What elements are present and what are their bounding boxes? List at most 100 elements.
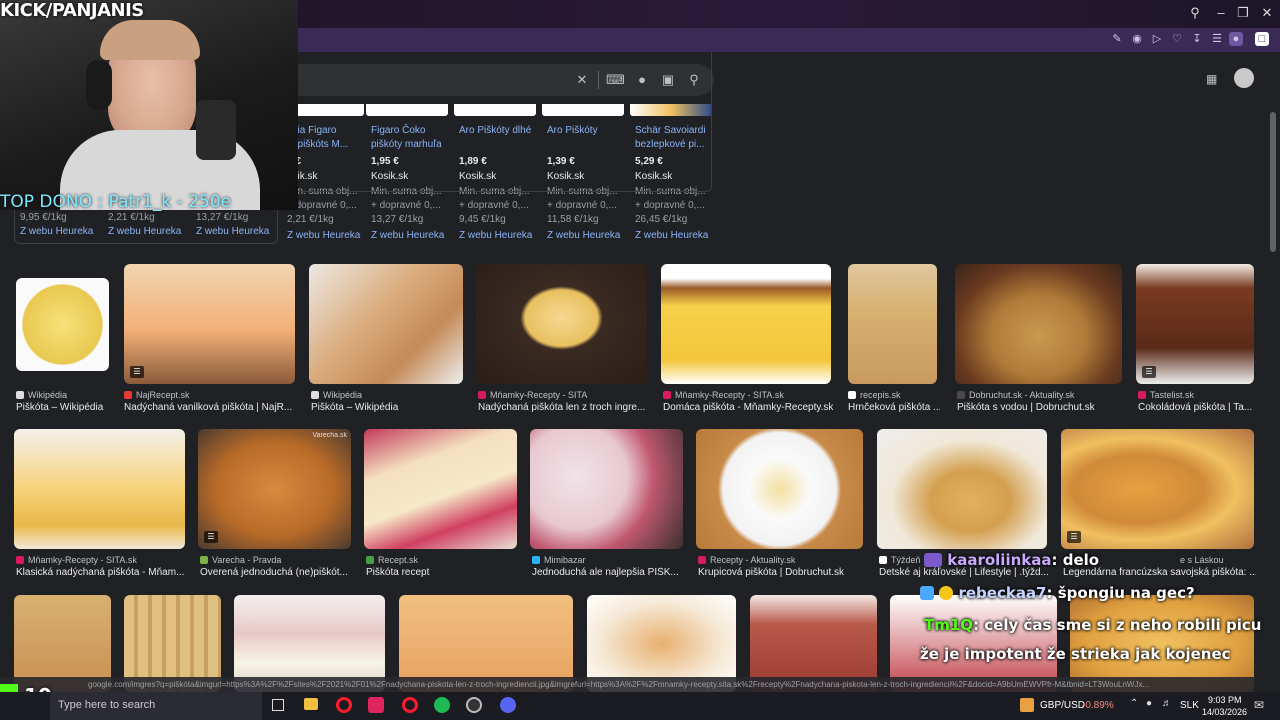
image-result[interactable] (309, 264, 463, 384)
ticker-change: -0.89% (1082, 700, 1114, 711)
image-result[interactable] (14, 429, 185, 549)
shipping: + dopravné 0,... (287, 200, 357, 211)
opera-gx-icon[interactable] (336, 697, 352, 713)
image-source: e s Láskou (1180, 555, 1224, 565)
microphone-icon (196, 100, 236, 160)
clock-date[interactable]: 14/03/2026 (1202, 707, 1247, 717)
image-caption[interactable]: Krupicová piškóta | Dobruchut.sk (698, 567, 864, 578)
apps-grid-icon[interactable]: ▦ (1206, 72, 1220, 86)
link-preview: google.com/imgres?q=piškóta&imgurl=https… (0, 677, 1255, 692)
clock-time[interactable]: 9:03 PM (1208, 695, 1242, 705)
image-caption[interactable]: Čokoládová piškóta | Ta... (1138, 402, 1256, 413)
ticker-name: GBP/USD (1040, 700, 1086, 711)
image-caption[interactable]: Piškóta – Wikipédia (311, 402, 463, 413)
chevron-up-icon[interactable]: ⌃ (1130, 698, 1138, 709)
shipping: + dopravné 0,... (459, 200, 529, 211)
file-explorer-icon[interactable] (304, 698, 318, 710)
image-source: NajRecept.sk (124, 390, 296, 400)
task-view-icon[interactable] (272, 699, 284, 711)
heureka-link[interactable]: Z webu Heureka (371, 230, 444, 241)
volume-icon[interactable]: ♬ (1162, 698, 1172, 709)
headphones-icon (86, 60, 112, 110)
windows-taskbar: Type here to search GBP/USD -0.89% ⌃ ● ♬… (0, 692, 1280, 720)
unit-price: 2,21 €/1kg (287, 214, 334, 225)
edit-icon[interactable]: ✎ (1110, 32, 1124, 46)
image-result[interactable] (877, 429, 1047, 549)
shop-cards-frame (280, 52, 712, 192)
heureka-link[interactable]: Z webu Heureka (635, 230, 708, 241)
tiktok-icon[interactable] (368, 697, 384, 713)
image-caption[interactable]: Nadýchaná piškóta len z troch ingre... (478, 402, 648, 413)
image-source: Wikipédia (311, 390, 463, 400)
image-result[interactable] (955, 264, 1122, 384)
image-source: Mimibazar (532, 555, 684, 565)
image-result[interactable] (848, 264, 937, 384)
taskbar-search[interactable]: Type here to search (50, 692, 262, 720)
image-result[interactable]: ☰ (124, 264, 295, 384)
image-caption[interactable]: Overená jednoduchá (ne)piškót... (200, 567, 352, 578)
image-result[interactable] (476, 264, 647, 384)
image-result[interactable] (16, 278, 109, 371)
notification-icon[interactable]: ✉ (1254, 698, 1264, 712)
image-caption[interactable]: Nadýchaná vanilková piškóta | NajR... (124, 402, 296, 413)
image-result[interactable]: ☰ (1136, 264, 1254, 384)
image-source: recepis.sk (848, 390, 940, 400)
recipe-badge-icon: ☰ (204, 531, 218, 543)
recipe-badge-icon: ☰ (130, 366, 144, 378)
camera-icon[interactable]: ◉ (1130, 32, 1144, 46)
gem-icon (920, 586, 934, 600)
image-source: Tastelist.sk (1138, 390, 1256, 400)
profile-icon[interactable]: ● (1229, 32, 1243, 46)
search-placeholder: Type here to search (58, 699, 156, 711)
unit-price: 11,58 €/1kg (547, 214, 599, 225)
image-result[interactable]: Varecha.sk ☰ (198, 429, 351, 549)
image-source: Mňamky-Recepty - SITA.sk (663, 390, 833, 400)
image-source: Mňamky-Recepty - SITA.sk (16, 555, 186, 565)
search-tabs-icon[interactable]: ⚲ (1184, 4, 1206, 22)
minimize-icon[interactable]: – (1210, 4, 1232, 22)
streamer-hair (100, 20, 200, 60)
extension-icon[interactable]: □ (1255, 32, 1269, 46)
image-source: Mňamky-Recepty - SITA (478, 390, 648, 400)
maximize-icon[interactable]: ❐ (1232, 4, 1254, 22)
heureka-link[interactable]: Z webu Heureka (459, 230, 532, 241)
image-caption[interactable]: Jednoduchá ale najlepšia PIŠK... (532, 567, 684, 578)
unit-price: 13,27 €/1kg (371, 214, 424, 225)
image-caption[interactable]: Hrnčeková piškóta ... (848, 402, 940, 413)
image-caption[interactable]: Piškóta recept (366, 567, 518, 578)
channel-name: KICK/PANJANIS (0, 0, 144, 21)
image-caption[interactable]: Domáca piškóta - Mňamky-Recepty.sk (663, 402, 833, 413)
discord-icon[interactable] (500, 697, 516, 713)
heureka-link[interactable]: Z webu Heureka (547, 230, 620, 241)
opera-icon[interactable] (402, 697, 418, 713)
image-result[interactable] (661, 264, 831, 384)
image-result[interactable] (364, 429, 517, 549)
image-caption[interactable]: Klasická nadýchaná piškóta - Mňam... (16, 567, 186, 578)
obs-icon[interactable] (466, 697, 482, 713)
image-caption[interactable]: Piškóta – Wikipédia (16, 402, 116, 413)
badge-icon (924, 553, 942, 567)
top-donor: TOP DONO : Patr1_k - 250e (0, 192, 232, 212)
avatar[interactable] (1234, 68, 1254, 88)
image-source: Dobruchut.sk - Aktuality.sk (957, 390, 1125, 400)
close-icon[interactable]: ✕ (1256, 4, 1278, 22)
chat-message: kaaroliinkaa: delo (924, 551, 1099, 569)
image-source: Wikipédia (16, 390, 116, 400)
image-result[interactable] (696, 429, 863, 549)
download-icon[interactable]: ↧ (1190, 32, 1204, 46)
image-caption[interactable]: Piškóta s vodou | Dobruchut.sk (957, 402, 1125, 413)
language-indicator[interactable]: SLK (1180, 700, 1199, 711)
chat-message: rebeckaa7: špongiu na gec? (920, 584, 1195, 602)
menu-icon[interactable]: ☰ (1210, 32, 1224, 46)
spotify-icon[interactable] (434, 697, 450, 713)
heureka-link[interactable]: Z webu Heureka (287, 230, 360, 241)
play-icon[interactable]: ▷ (1150, 32, 1164, 46)
image-source: Recepty - Aktuality.sk (698, 555, 864, 565)
market-icon (1020, 698, 1034, 712)
mic-icon[interactable]: ● (1146, 698, 1152, 709)
heart-icon[interactable]: ♡ (1170, 32, 1184, 46)
scrollbar[interactable] (1270, 112, 1276, 252)
image-result[interactable] (530, 429, 683, 549)
image-result[interactable]: ☰ (1061, 429, 1254, 549)
image-source: Recept.sk (366, 555, 518, 565)
